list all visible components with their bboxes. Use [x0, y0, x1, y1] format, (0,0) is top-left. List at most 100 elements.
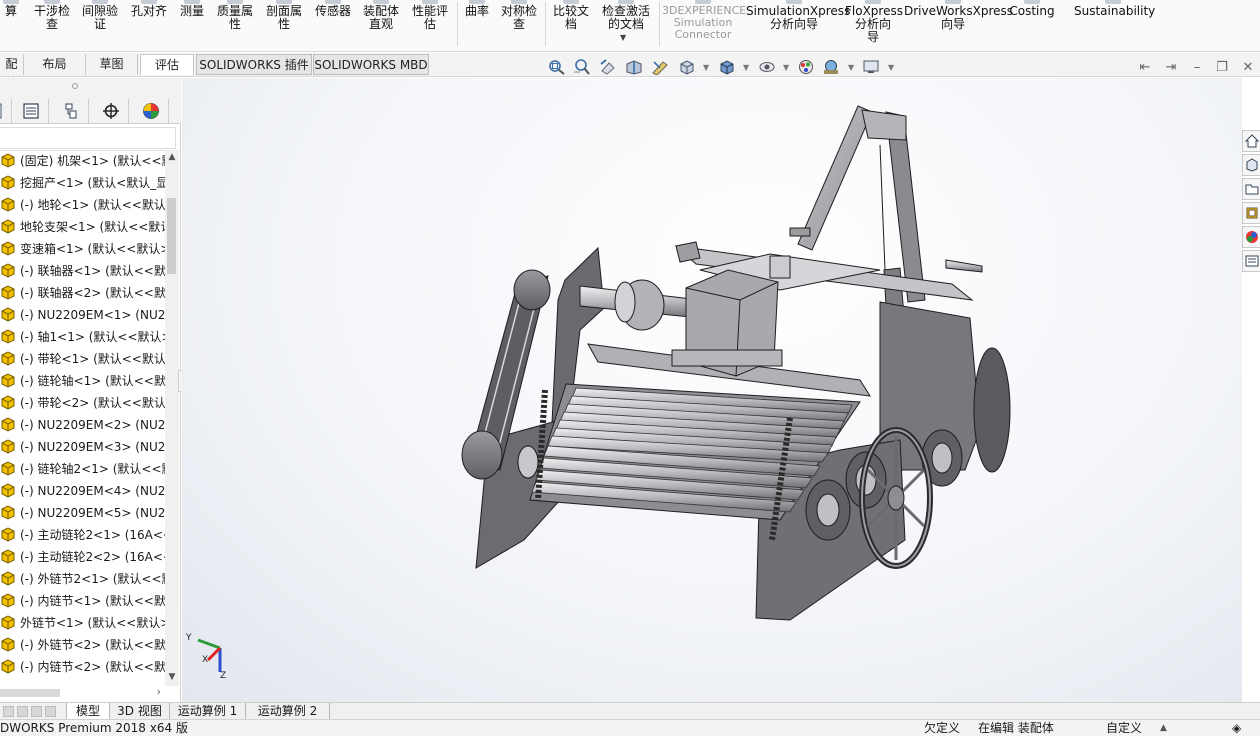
previous-view-icon[interactable]	[599, 59, 617, 75]
section-view-icon[interactable]	[625, 59, 643, 75]
hide-show-items-icon[interactable]	[758, 59, 776, 75]
tree-item[interactable]: (-) 主动链轮2<2> (16A<<	[0, 546, 165, 568]
tree-item[interactable]: (-) 链轮轴<1> (默认<<默认	[0, 370, 165, 392]
chevron-down-icon[interactable]: ▼	[620, 33, 626, 42]
scrollbar-thumb[interactable]	[0, 689, 60, 697]
chevron-down-icon[interactable]: ▼	[888, 64, 894, 72]
tab-motion-study-1[interactable]: 运动算例 1	[170, 703, 246, 720]
symmetry-check-button[interactable]: 对称检 查	[496, 0, 542, 51]
dimxpertmanager-icon[interactable]	[93, 99, 129, 123]
tree-item[interactable]: 地轮支架<1> (默认<<默认	[0, 216, 165, 238]
zoom-to-area-icon[interactable]	[573, 59, 591, 75]
chevron-down-icon[interactable]: ▼	[703, 64, 709, 72]
tab-evaluate[interactable]: 评估	[140, 54, 194, 75]
graphics-area[interactable]: Y X Z	[182, 78, 1242, 702]
driveworksxpress-button[interactable]: DriveWorksXpress 向导	[904, 0, 1013, 51]
tab-motion-study-2[interactable]: 运动算例 2	[246, 703, 330, 720]
displaymanager-icon[interactable]	[133, 99, 169, 123]
check-active-document-button[interactable]: 检查激活 的文档	[597, 0, 655, 51]
tree-item[interactable]: (-) 地轮<1> (默认<<默认>	[0, 194, 165, 216]
chevron-down-icon[interactable]: ▼	[848, 64, 854, 72]
tab-sketch[interactable]: 草图	[86, 54, 138, 75]
tree-item[interactable]: (-) 外链节<2> (默认<<默认	[0, 634, 165, 656]
costing-button[interactable]: Costing	[1006, 0, 1058, 51]
tab-model[interactable]: 模型	[66, 703, 110, 720]
dynamic-annotation-view-icon[interactable]	[651, 59, 669, 75]
chevron-down-icon[interactable]: ▼	[743, 64, 749, 72]
minimize-icon[interactable]: –	[1190, 61, 1204, 75]
tree-filter-input[interactable]	[0, 127, 176, 149]
tile-left-icon[interactable]: ⇤	[1138, 61, 1152, 75]
curvature-button[interactable]: 曲率	[460, 0, 494, 51]
file-explorer-icon[interactable]	[1242, 178, 1260, 200]
ribbon-button-0[interactable]: 算	[0, 0, 22, 51]
tree-vertical-scrollbar[interactable]: ▲ ▼	[165, 150, 179, 686]
sustainability-button[interactable]: Sustainability	[1074, 0, 1155, 51]
tab-assembly[interactable]: 配体	[0, 54, 24, 91]
tree-item[interactable]: (-) 主动链轮2<1> (16A<<	[0, 524, 165, 546]
edit-appearance-icon[interactable]	[797, 59, 815, 75]
scroll-down-icon[interactable]: ▼	[165, 670, 179, 684]
view-orientation-icon[interactable]	[678, 59, 696, 75]
tree-item[interactable]: (-) 内链节<2> (默认<<默认	[0, 656, 165, 678]
units-selector[interactable]: 自定义	[1106, 720, 1142, 736]
tree-item[interactable]: (-) 带轮<1> (默认<<默认>	[0, 348, 165, 370]
solidworks-resources-icon[interactable]	[1242, 130, 1260, 152]
tab-layout[interactable]: 布局	[24, 54, 86, 75]
chevron-down-icon[interactable]: ▼	[783, 64, 789, 72]
propertymanager-icon[interactable]	[13, 99, 49, 123]
tree-item[interactable]: (-) NU2209EM<2> (NU22	[0, 414, 165, 436]
design-library-icon[interactable]	[1242, 154, 1260, 176]
last-tab-icon[interactable]	[45, 706, 56, 717]
tree-item[interactable]: (-) NU2209EM<5> (NU22	[0, 502, 165, 524]
view-palette-icon[interactable]	[1242, 202, 1260, 224]
tree-item[interactable]: (-) NU2209EM<1> (NU22	[0, 304, 165, 326]
assembly-visualization-button[interactable]: 装配体 直观	[358, 0, 404, 51]
tab-solidworks-mbd[interactable]: SOLIDWORKS MBD	[313, 54, 429, 75]
tree-item[interactable]: (-) 轴1<1> (默认<<默认>	[0, 326, 165, 348]
tree-item[interactable]: 挖掘产<1> (默认<默认_显	[0, 172, 165, 194]
potato-harvester-model[interactable]	[182, 78, 1242, 702]
tree-item[interactable]: (-) 带轮<2> (默认<<默认>	[0, 392, 165, 414]
close-icon[interactable]: ✕	[1241, 61, 1255, 75]
tree-item[interactable]: (固定) 机架<1> (默认<<默	[0, 150, 165, 172]
mass-properties-button[interactable]: 质量属 性	[212, 0, 258, 51]
appearances-scenes-icon[interactable]	[1242, 226, 1260, 248]
configurationmanager-icon[interactable]	[53, 99, 89, 123]
interference-detection-button[interactable]: 干涉检 查	[30, 0, 74, 51]
tree-item[interactable]: (-) NU2209EM<4> (NU22	[0, 480, 165, 502]
tree-item[interactable]: (-) 外链节2<1> (默认<<默	[0, 568, 165, 590]
zoom-to-fit-icon[interactable]	[548, 59, 566, 75]
display-style-icon[interactable]	[718, 59, 736, 75]
custom-properties-icon[interactable]	[1242, 250, 1260, 272]
previous-tab-icon[interactable]	[17, 706, 28, 717]
clearance-verification-button[interactable]: 间隙验 证	[78, 0, 122, 51]
chevron-up-icon[interactable]: ▲	[1160, 720, 1167, 736]
apply-scene-icon[interactable]	[822, 59, 840, 75]
3dexperience-simulation-connector-button[interactable]: 3DEXPERIENCE Simulation Connector	[662, 0, 746, 51]
scroll-up-icon[interactable]: ▲	[165, 150, 179, 164]
featuremanager-tree-icon[interactable]	[0, 99, 12, 123]
next-tab-icon[interactable]	[31, 706, 42, 717]
tree-item[interactable]: (-) 链轮轴2<1> (默认<<默	[0, 458, 165, 480]
performance-evaluation-button[interactable]: 性能评 估	[407, 0, 453, 51]
tab-solidworks-addins[interactable]: SOLIDWORKS 插件	[196, 54, 312, 75]
tree-item[interactable]: 外链节<1> (默认<<默认>	[0, 612, 165, 634]
restore-icon[interactable]: ❐	[1215, 61, 1229, 75]
floxpress-button[interactable]: FloXpress 分析向 导	[845, 0, 903, 51]
tree-item[interactable]: (-) 内链节<1> (默认<<默认	[0, 590, 165, 612]
tree-item[interactable]: 变速箱<1> (默认<<默认>	[0, 238, 165, 260]
tree-item[interactable]: (-) 联轴器<2> (默认<<默认	[0, 282, 165, 304]
tree-item[interactable]: (-) 联轴器<1> (默认<<默认	[0, 260, 165, 282]
rebuild-status-icon[interactable]: ◈	[1232, 720, 1241, 736]
view-settings-icon[interactable]	[862, 59, 880, 75]
measure-button[interactable]: 测量	[174, 0, 210, 51]
sensor-button[interactable]: 传感器	[310, 0, 356, 51]
tree-item[interactable]: (-) NU2209EM<3> (NU22	[0, 436, 165, 458]
compare-documents-button[interactable]: 比较文 档	[548, 0, 594, 51]
tab-3d-view[interactable]: 3D 视图	[110, 703, 170, 720]
scrollbar-thumb[interactable]	[167, 198, 176, 274]
tile-right-icon[interactable]: ⇥	[1164, 61, 1178, 75]
simulationxpress-button[interactable]: SimulationXpress 分析向导	[746, 0, 850, 51]
tree-horizontal-scrollbar[interactable]: ›	[0, 685, 165, 701]
